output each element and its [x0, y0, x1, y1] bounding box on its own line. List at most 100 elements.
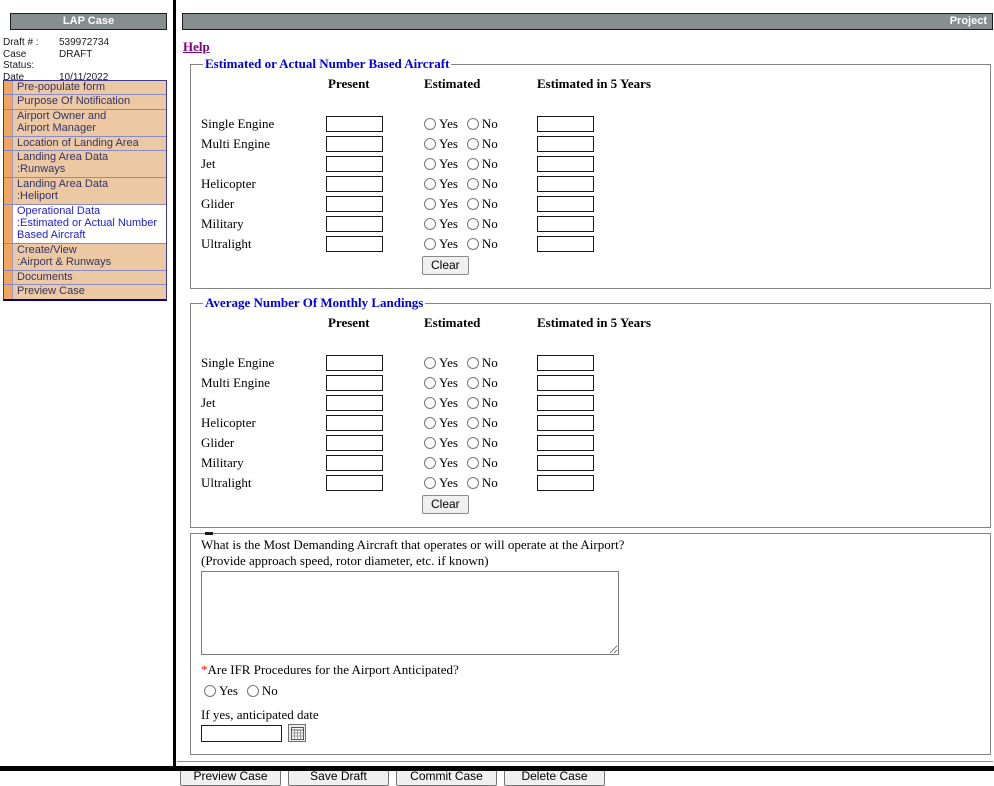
- ifr-no-radio[interactable]: [247, 685, 259, 697]
- help-link[interactable]: Help: [183, 39, 210, 55]
- sidebar-item-landing-area-data[interactable]: Landing Area Data:Runways: [4, 151, 166, 178]
- sidebar-item-pre-populate-form[interactable]: Pre-populate form: [4, 81, 166, 95]
- estimated-yes-radio[interactable]: [424, 477, 436, 489]
- estimated-no-radio[interactable]: [467, 357, 479, 369]
- present-input[interactable]: [326, 156, 383, 172]
- no-label: No: [482, 415, 498, 430]
- present-input[interactable]: [326, 355, 383, 371]
- estimated-no-radio[interactable]: [467, 198, 479, 210]
- estimated-no-radio[interactable]: [467, 178, 479, 190]
- yes-label: Yes: [439, 375, 458, 390]
- present-input[interactable]: [326, 176, 383, 192]
- five-years-input[interactable]: [537, 415, 594, 431]
- five-years-input[interactable]: [537, 475, 594, 491]
- aircraft-row-helicopter: HelicopterYesNo: [201, 174, 990, 194]
- five-years-input[interactable]: [537, 375, 594, 391]
- estimated-cell: YesNo: [424, 435, 537, 451]
- menu-item-strip: [4, 95, 13, 108]
- present-input[interactable]: [326, 455, 383, 471]
- present-input[interactable]: [326, 395, 383, 411]
- estimated-yes-radio[interactable]: [424, 437, 436, 449]
- estimated-no-radio[interactable]: [467, 238, 479, 250]
- aircraft-row-multi-engine: Multi EngineYesNo: [201, 134, 990, 154]
- estimated-yes-radio[interactable]: [424, 178, 436, 190]
- estimated-yes-radio[interactable]: [424, 457, 436, 469]
- estimated-no-radio[interactable]: [467, 158, 479, 170]
- present-cell: [326, 215, 424, 233]
- sidebar-item-create-view[interactable]: Create/View:Airport & Runways: [4, 244, 166, 271]
- most-demanding-textarea[interactable]: [201, 571, 619, 655]
- estimated-no-radio[interactable]: [467, 218, 479, 230]
- estimated-yes-radio[interactable]: [424, 377, 436, 389]
- estimated-no-radio[interactable]: [467, 437, 479, 449]
- estimated-no-radio[interactable]: [467, 417, 479, 429]
- estimated-yes-radio[interactable]: [424, 357, 436, 369]
- clear-button[interactable]: Clear: [422, 256, 469, 275]
- sidebar-item-label: Landing Area Data:Runways: [13, 151, 166, 177]
- estimated-yes-radio[interactable]: [424, 138, 436, 150]
- sidebar-item-location-of-landing-area[interactable]: Location of Landing Area: [4, 137, 166, 151]
- present-input[interactable]: [326, 196, 383, 212]
- menu-item-strip: [4, 81, 13, 94]
- aircraft-label: Jet: [201, 395, 326, 411]
- left-panel: LAP Case Draft # : 539972734 Case Status…: [0, 0, 173, 770]
- sidebar-item-label: Operational Data:Estimated or Actual Num…: [13, 205, 166, 243]
- present-cell: [326, 374, 424, 392]
- present-cell: [326, 115, 424, 133]
- present-input[interactable]: [326, 236, 383, 252]
- anticipated-date-input[interactable]: [201, 725, 282, 742]
- calendar-button[interactable]: [288, 724, 306, 742]
- present-input[interactable]: [326, 475, 383, 491]
- estimated-yes-radio[interactable]: [424, 397, 436, 409]
- five-years-input[interactable]: [537, 435, 594, 451]
- yes-label: Yes: [439, 395, 458, 410]
- estimated-no-radio[interactable]: [467, 397, 479, 409]
- present-input[interactable]: [326, 216, 383, 232]
- five-years-input[interactable]: [537, 136, 594, 152]
- five-years-input[interactable]: [537, 355, 594, 371]
- present-input[interactable]: [326, 415, 383, 431]
- calendar-icon: [291, 727, 304, 740]
- present-input[interactable]: [326, 435, 383, 451]
- section-monthly-landings: Average Number Of Monthly Landings Prese…: [190, 295, 991, 528]
- estimated-no-radio[interactable]: [467, 138, 479, 150]
- sidebar-item-preview-case[interactable]: Preview Case: [4, 285, 166, 298]
- five-years-input[interactable]: [537, 176, 594, 192]
- present-cell: [326, 175, 424, 193]
- sidebar-item-landing-area-data[interactable]: Landing Area Data:Heliport: [4, 178, 166, 205]
- five-years-input[interactable]: [537, 216, 594, 232]
- estimated-no-radio[interactable]: [467, 118, 479, 130]
- five-years-input[interactable]: [537, 236, 594, 252]
- estimated-yes-radio[interactable]: [424, 158, 436, 170]
- sidebar-item-documents[interactable]: Documents: [4, 271, 166, 285]
- estimated-yes-radio[interactable]: [424, 417, 436, 429]
- estimated-yes-radio[interactable]: [424, 238, 436, 250]
- estimated-no-radio[interactable]: [467, 377, 479, 389]
- estimated-no-radio[interactable]: [467, 457, 479, 469]
- sidebar-item-label: Preview Case: [13, 285, 166, 298]
- five-years-input[interactable]: [537, 455, 594, 471]
- five-years-input[interactable]: [537, 156, 594, 172]
- present-input[interactable]: [326, 136, 383, 152]
- present-input[interactable]: [326, 375, 383, 391]
- aircraft-label: Military: [201, 216, 326, 232]
- clear-button[interactable]: Clear: [422, 495, 469, 514]
- sidebar-item-airport-owner-and[interactable]: Airport Owner andAirport Manager: [4, 110, 166, 137]
- estimated-yes-radio[interactable]: [424, 198, 436, 210]
- estimated-yes-radio[interactable]: [424, 218, 436, 230]
- menu-item-strip: [4, 205, 13, 243]
- present-input[interactable]: [326, 116, 383, 132]
- draft-number-label: Draft # :: [3, 37, 59, 49]
- estimated-yes-radio[interactable]: [424, 118, 436, 130]
- ifr-yes-radio[interactable]: [204, 685, 216, 697]
- estimated-cell: YesNo: [424, 375, 537, 391]
- sidebar-item-purpose-of-notification[interactable]: Purpose Of Notification: [4, 95, 166, 109]
- five-years-input[interactable]: [537, 395, 594, 411]
- five-years-cell: [537, 215, 697, 233]
- sidebar-item-operational-data[interactable]: Operational Data:Estimated or Actual Num…: [4, 205, 166, 244]
- estimated-no-radio[interactable]: [467, 477, 479, 489]
- five-years-input[interactable]: [537, 196, 594, 212]
- five-years-cell: [537, 414, 697, 432]
- five-years-input[interactable]: [537, 116, 594, 132]
- five-years-cell: [537, 155, 697, 173]
